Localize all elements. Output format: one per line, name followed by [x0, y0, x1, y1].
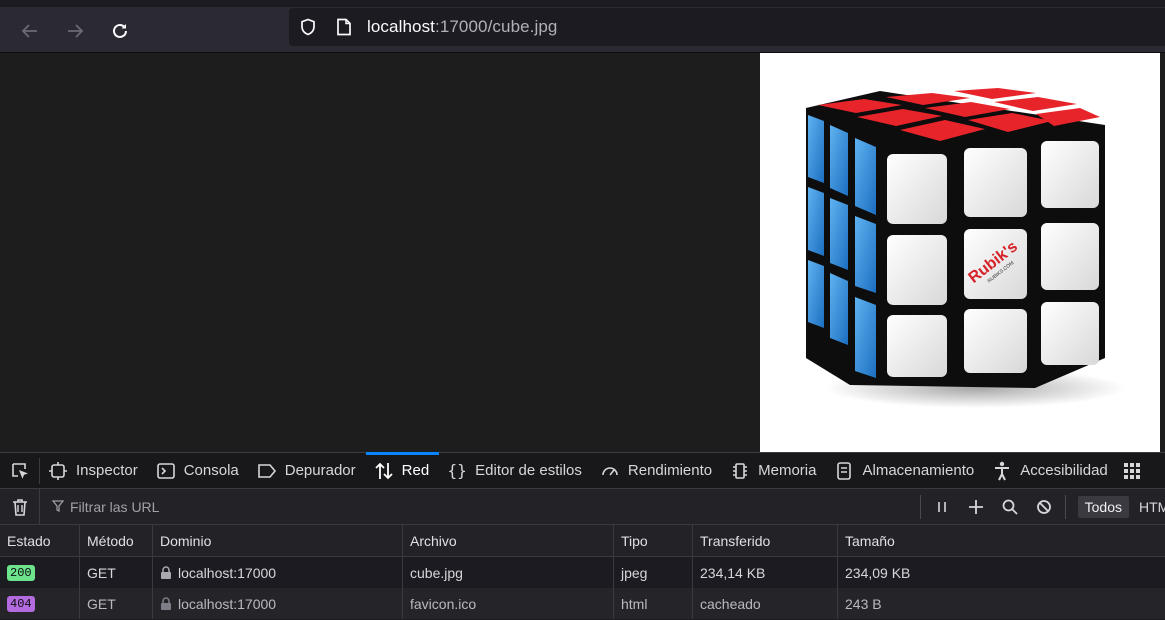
url-bar[interactable]: localhost:17000/cube.jpg	[289, 8, 1165, 46]
more-tools-button[interactable]	[1118, 453, 1150, 488]
status-badge: 404	[7, 595, 35, 612]
column-header-status[interactable]: Estado	[0, 525, 80, 556]
tab-label: Inspector	[76, 462, 138, 479]
tab-label: Red	[401, 462, 430, 479]
grid-icon	[1122, 461, 1142, 481]
reload-button[interactable]	[106, 17, 134, 45]
shield-icon[interactable]	[299, 18, 317, 36]
tab-label: Rendimiento	[627, 462, 713, 479]
type-cell: jpeg	[614, 557, 693, 588]
tab-label: Accesibilidad	[1020, 462, 1108, 479]
file-cell: cube.jpg	[403, 557, 614, 588]
column-header-size[interactable]: Tamaño	[838, 525, 1165, 556]
method-cell: GET	[80, 588, 153, 619]
cube-image[interactable]: Rubik's RUBIKS.COM	[760, 53, 1160, 452]
tab-network[interactable]: Red	[365, 452, 440, 488]
style-editor-icon: {}	[447, 461, 467, 480]
network-toolbar-actions: Todos HTML	[916, 489, 1165, 524]
url-host: localhost	[367, 17, 435, 36]
tab-style-editor[interactable]: {} Editor de estilos	[439, 453, 592, 488]
tab-label: Almacenamiento	[862, 462, 975, 479]
forward-button[interactable]	[61, 17, 89, 45]
tab-console[interactable]: Consola	[148, 453, 249, 488]
page-viewport: Rubik's RUBIKS.COM	[0, 53, 1165, 452]
storage-icon	[834, 461, 854, 481]
pause-button[interactable]	[925, 489, 959, 524]
url-filter-input[interactable]: Filtrar las URL	[51, 498, 160, 515]
transferred-cell: 234,14 KB	[693, 557, 838, 588]
filter-icon	[51, 499, 65, 515]
column-header-domain[interactable]: Dominio	[153, 525, 403, 556]
domain-cell: localhost:17000	[153, 588, 403, 619]
memory-icon	[730, 461, 750, 481]
domain-text: localhost:17000	[178, 595, 277, 612]
plus-icon	[968, 499, 983, 514]
element-picker-icon	[11, 462, 28, 479]
block-icon	[1036, 499, 1051, 514]
domain-text: localhost:17000	[178, 564, 277, 581]
arrow-right-icon	[68, 24, 84, 38]
tab-accessibility[interactable]: Accesibilidad	[984, 453, 1118, 488]
tab-memory[interactable]: Memoria	[722, 453, 826, 488]
tab-inspector[interactable]: Inspector	[40, 453, 148, 488]
back-button[interactable]	[16, 17, 44, 45]
column-header-method[interactable]: Método	[80, 525, 153, 556]
clear-button[interactable]	[0, 489, 40, 524]
transferred-cell: cacheado	[693, 588, 838, 619]
reload-icon	[113, 23, 127, 38]
accessibility-icon	[992, 461, 1012, 481]
status-cell: 200	[0, 557, 80, 588]
performance-icon	[600, 461, 620, 481]
network-toolbar: Filtrar las URL Todos HTML	[0, 489, 1165, 525]
divider	[919, 494, 921, 519]
file-cell: favicon.ico	[403, 588, 614, 619]
status-badge: 200	[7, 564, 35, 581]
console-icon	[156, 461, 176, 481]
devtools-tabbar: Inspector Consola Depurador Red {} Edito…	[0, 452, 1165, 489]
table-row[interactable]: 200 GET localhost:17000 cube.jpg jpeg 23…	[0, 557, 1165, 588]
column-header-file[interactable]: Archivo	[403, 525, 614, 556]
lock-icon	[160, 596, 172, 611]
element-picker-button[interactable]	[0, 457, 40, 484]
filter-placeholder: Filtrar las URL	[70, 498, 160, 515]
network-icon	[374, 461, 394, 481]
column-header-transferred[interactable]: Transferido	[693, 525, 838, 556]
block-button[interactable]	[1027, 489, 1061, 524]
filter-html-button[interactable]: HTML	[1139, 499, 1165, 515]
type-cell: html	[614, 588, 693, 619]
add-request-button[interactable]	[959, 489, 993, 524]
column-header-type[interactable]: Tipo	[614, 525, 693, 556]
lock-icon	[160, 565, 172, 580]
url-text[interactable]: localhost:17000/cube.jpg	[367, 17, 558, 37]
trash-icon	[12, 498, 27, 516]
tab-debugger[interactable]: Depurador	[249, 453, 366, 488]
table-header: Estado Método Dominio Archivo Tipo Trans…	[0, 525, 1165, 557]
tab-label: Memoria	[758, 462, 817, 479]
table-row[interactable]: 404 GET localhost:17000 favicon.ico html…	[0, 588, 1165, 619]
search-button[interactable]	[993, 489, 1027, 524]
page-icon[interactable]	[335, 18, 353, 36]
arrow-left-icon	[21, 24, 37, 38]
status-cell: 404	[0, 588, 80, 619]
method-cell: GET	[80, 557, 153, 588]
inspector-icon	[48, 461, 68, 481]
tab-label: Consola	[183, 462, 239, 479]
tab-label: Editor de estilos	[475, 462, 582, 479]
search-icon	[1002, 499, 1018, 515]
size-cell: 243 B	[845, 595, 882, 612]
debugger-icon	[257, 461, 277, 481]
url-path: :17000/cube.jpg	[435, 17, 558, 36]
size-cell: 234,09 KB	[845, 564, 911, 581]
tab-label: Depurador	[284, 462, 356, 479]
domain-cell: localhost:17000	[153, 557, 403, 588]
requests-table: Estado Método Dominio Archivo Tipo Trans…	[0, 525, 1165, 619]
tab-storage[interactable]: Almacenamiento	[826, 453, 984, 488]
filter-all-button[interactable]: Todos	[1077, 495, 1129, 518]
divider	[1064, 494, 1066, 519]
browser-toolbar: localhost:17000/cube.jpg	[0, 0, 1165, 53]
pause-icon	[937, 501, 946, 512]
tab-performance[interactable]: Rendimiento	[592, 453, 722, 488]
